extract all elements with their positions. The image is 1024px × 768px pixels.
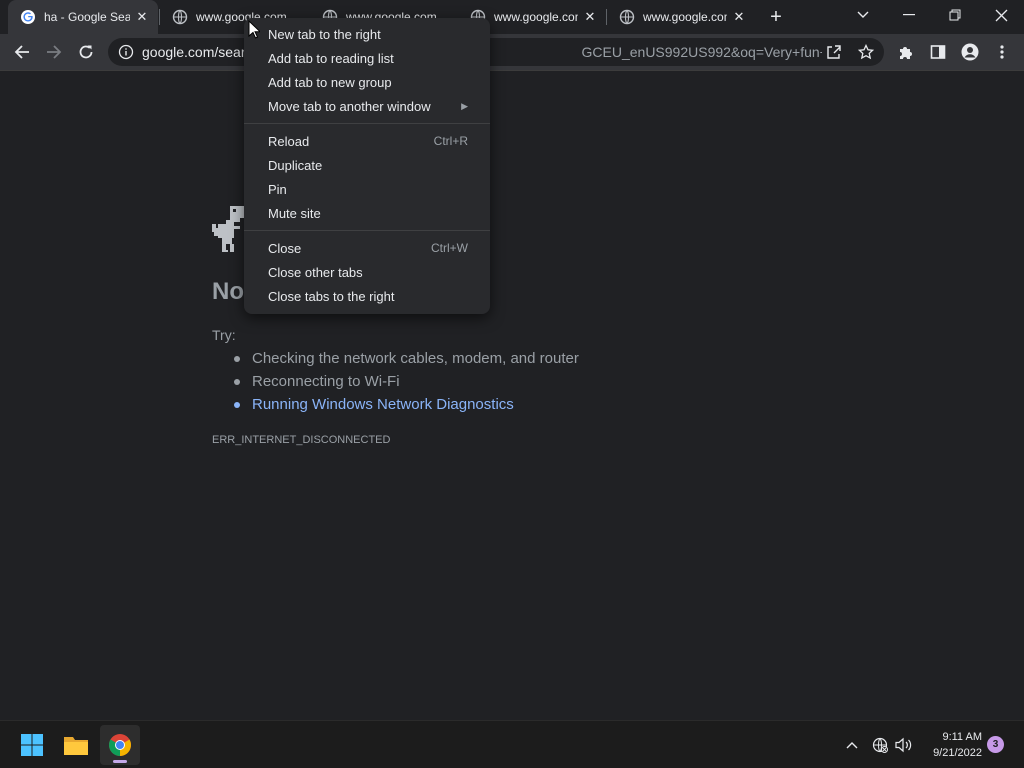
tab-strip: ha - Google Search ✕ www.google.com www.… bbox=[0, 0, 1024, 34]
tab-google-5[interactable]: www.google.com ✕ bbox=[607, 0, 755, 34]
menu-separator bbox=[244, 123, 490, 124]
menu-item-label: New tab to the right bbox=[268, 26, 381, 42]
tab-close-icon[interactable]: ✕ bbox=[134, 9, 150, 25]
clock[interactable]: 9:11 AM 9/21/2022 bbox=[920, 729, 982, 761]
menu-item-label: Reload bbox=[268, 133, 310, 149]
menu-item-label: Duplicate bbox=[268, 157, 323, 173]
menu-item-close-tabs-right[interactable]: Close tabs to the right bbox=[244, 284, 490, 308]
tab-title: www.google.com bbox=[494, 10, 578, 24]
menu-item-close[interactable]: Close Ctrl+W bbox=[244, 236, 490, 260]
back-arrow-icon[interactable] bbox=[8, 38, 36, 66]
share-icon[interactable] bbox=[820, 38, 848, 66]
chrome-window: ha - Google Search ✕ www.google.com www.… bbox=[0, 0, 1024, 768]
menu-item-label: Add tab to reading list bbox=[268, 50, 394, 66]
menu-item-label: Pin bbox=[268, 181, 287, 197]
url-visible: google.com/sear bbox=[142, 44, 246, 60]
menu-item-pin[interactable]: Pin bbox=[244, 177, 490, 201]
error-heading: No bbox=[212, 278, 244, 305]
tab-title: ha - Google Search bbox=[44, 10, 130, 24]
network-globe-icon[interactable] bbox=[870, 735, 890, 755]
clock-time: 9:11 AM bbox=[942, 731, 982, 743]
menu-separator bbox=[244, 230, 490, 231]
menu-item-label: Move tab to another window bbox=[268, 98, 431, 114]
tab-title: www.google.com bbox=[643, 10, 727, 24]
menu-item-label: Add tab to new group bbox=[268, 74, 392, 90]
extensions-puzzle-icon[interactable] bbox=[892, 38, 920, 66]
tab-close-icon[interactable]: ✕ bbox=[731, 9, 747, 25]
more-menu-icon[interactable] bbox=[988, 38, 1016, 66]
restore-icon[interactable] bbox=[932, 0, 978, 30]
address-bar[interactable]: google.com/sear GCEU_enUS992US992&oq=Very… bbox=[108, 38, 884, 66]
menu-item-mute-site[interactable]: Mute site bbox=[244, 201, 490, 225]
file-explorer-icon[interactable] bbox=[56, 725, 96, 765]
profile-avatar-icon[interactable] bbox=[956, 38, 984, 66]
globe-icon bbox=[172, 9, 188, 25]
bookmark-star-icon[interactable] bbox=[852, 38, 880, 66]
network-diagnostics-link[interactable]: Running Windows Network Diagnostics bbox=[232, 395, 579, 418]
mouse-pointer-icon bbox=[248, 20, 260, 39]
google-g-icon bbox=[20, 9, 36, 25]
toolbar: google.com/sear GCEU_enUS992US992&oq=Very… bbox=[0, 34, 1024, 71]
error-code: ERR_INTERNET_DISCONNECTED bbox=[212, 434, 391, 446]
suggestion-item: Checking the network cables, modem, and … bbox=[232, 349, 579, 372]
globe-icon bbox=[619, 9, 635, 25]
menu-shortcut: Ctrl+W bbox=[431, 241, 468, 255]
suggestion-list: Checking the network cables, modem, and … bbox=[232, 349, 579, 418]
submenu-arrow-icon: ▶ bbox=[461, 100, 468, 111]
chrome-taskbar-icon[interactable] bbox=[100, 725, 140, 765]
minimize-icon[interactable] bbox=[886, 0, 932, 30]
menu-item-new-tab-right[interactable]: New tab to the right bbox=[244, 22, 490, 46]
menu-item-label: Close other tabs bbox=[268, 264, 363, 280]
show-hidden-icons-chevron-icon[interactable] bbox=[842, 735, 862, 755]
info-icon[interactable] bbox=[118, 44, 134, 60]
notification-badge[interactable]: 3 bbox=[987, 736, 1004, 753]
url-tail: GCEU_enUS992US992&oq=Very+fun+much+edgy.… bbox=[581, 44, 822, 60]
tab-context-menu: New tab to the right Add tab to reading … bbox=[244, 18, 490, 314]
active-app-indicator bbox=[113, 760, 127, 763]
menu-item-close-other-tabs[interactable]: Close other tabs bbox=[244, 260, 490, 284]
menu-item-reload[interactable]: Reload Ctrl+R bbox=[244, 129, 490, 153]
taskbar: 9:11 AM 9/21/2022 3 bbox=[0, 720, 1024, 768]
menu-item-duplicate[interactable]: Duplicate bbox=[244, 153, 490, 177]
menu-item-add-new-group[interactable]: Add tab to new group bbox=[244, 70, 490, 94]
menu-item-label: Mute site bbox=[268, 205, 321, 221]
tab-close-icon[interactable]: ✕ bbox=[582, 9, 598, 25]
tab-search-chevron-icon[interactable] bbox=[840, 0, 886, 30]
reload-icon[interactable] bbox=[72, 38, 100, 66]
dinosaur-icon bbox=[212, 206, 246, 252]
menu-item-move-window[interactable]: Move tab to another window ▶ bbox=[244, 94, 490, 118]
side-panel-icon[interactable] bbox=[924, 38, 952, 66]
menu-item-label: Close tabs to the right bbox=[268, 288, 395, 304]
menu-item-label: Close bbox=[268, 240, 302, 256]
menu-shortcut: Ctrl+R bbox=[433, 134, 468, 148]
volume-speaker-icon[interactable] bbox=[894, 735, 914, 755]
new-tab-plus-icon[interactable]: + bbox=[764, 5, 788, 29]
page-content: No Try: Checking the network cables, mod… bbox=[0, 72, 1024, 720]
forward-arrow-icon[interactable] bbox=[40, 38, 68, 66]
close-window-icon[interactable] bbox=[978, 0, 1024, 30]
try-label: Try: bbox=[212, 327, 236, 343]
menu-item-add-reading-list[interactable]: Add tab to reading list bbox=[244, 46, 490, 70]
windows-start-icon[interactable] bbox=[12, 725, 52, 765]
tab-google-search[interactable]: ha - Google Search ✕ bbox=[8, 0, 158, 34]
clock-date: 9/21/2022 bbox=[933, 747, 982, 759]
suggestion-item: Reconnecting to Wi-Fi bbox=[232, 372, 579, 395]
